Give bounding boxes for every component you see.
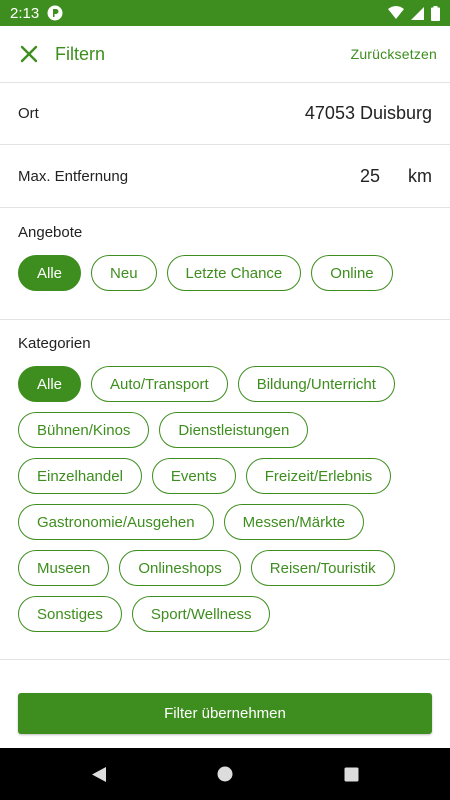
nav-recents-button[interactable] [338, 761, 364, 787]
reset-button[interactable]: Zurücksetzen [351, 46, 437, 62]
wifi-icon [388, 6, 404, 19]
battery-icon [431, 5, 440, 21]
distance-unit: km [408, 166, 432, 186]
category-chip-reisen-touristik[interactable]: Reisen/Touristik [250, 550, 395, 586]
offer-chip-online[interactable]: Online [311, 255, 393, 291]
close-button[interactable] [15, 40, 43, 68]
distance-input[interactable]: 25 [320, 166, 380, 187]
category-chip-sonstiges[interactable]: Sonstiges [18, 596, 122, 632]
status-time: 2:13 [10, 4, 40, 22]
status-bar: 2:13 [0, 0, 450, 26]
offers-section: Angebote Alle Neu Letzte Chance Online [0, 209, 450, 320]
sheet-header: Filtern Zurücksetzen [0, 26, 450, 83]
back-triangle-icon [92, 766, 106, 782]
app-notification-icon [47, 5, 63, 21]
offer-chip-letzte-chance[interactable]: Letzte Chance [166, 255, 302, 291]
distance-label: Max. Entfernung [18, 168, 129, 185]
page-title: Filtern [55, 43, 106, 64]
offer-chip-neu[interactable]: Neu [91, 255, 157, 291]
location-value[interactable]: 47053 Duisburg [305, 103, 432, 124]
category-chip-buehnen-kinos[interactable]: Bühnen/Kinos [18, 412, 150, 448]
location-label: Ort [18, 105, 39, 122]
category-chip-einzelhandel[interactable]: Einzelhandel [18, 458, 142, 494]
category-chip-onlineshops[interactable]: Onlineshops [119, 550, 241, 586]
category-chip-sport-wellness[interactable]: Sport/Wellness [131, 596, 271, 632]
categories-title: Kategorien [18, 335, 91, 352]
distance-row: Max. Entfernung 25 km [0, 146, 450, 208]
close-icon [20, 45, 38, 63]
category-chip-museen[interactable]: Museen [18, 550, 110, 586]
cellular-signal-icon [411, 6, 424, 20]
category-chip-gastronomie-ausgehen[interactable]: Gastronomie/Ausgehen [18, 504, 214, 540]
category-chip-bildung-unterricht[interactable]: Bildung/Unterricht [237, 366, 395, 402]
home-circle-icon [217, 766, 233, 782]
categories-section: Kategorien Alle Auto/Transport Bildung/Unt… [0, 320, 450, 660]
category-chip-dienstleistungen[interactable]: Dienstleistungen [159, 412, 309, 448]
offer-chip-alle[interactable]: Alle [18, 255, 82, 291]
category-chip-messen-maerkte[interactable]: Messen/Märkte [223, 504, 365, 540]
nav-back-button[interactable] [86, 761, 112, 787]
filter-sheet: Filtern Zurücksetzen Ort 47053 Duisburg … [0, 26, 450, 748]
category-chip-freizeit-erlebnis[interactable]: Freizeit/Erlebnis [245, 458, 392, 494]
category-chip-events[interactable]: Events [151, 458, 236, 494]
location-row[interactable]: Ort 47053 Duisburg [0, 83, 450, 145]
categories-chip-group: Alle Auto/Transport Bildung/Unterricht Bühn… [18, 366, 432, 642]
category-chip-auto-transport[interactable]: Auto/Transport [91, 366, 228, 402]
recents-square-icon [344, 767, 358, 781]
offers-chip-group: Alle Neu Letzte Chance Online [18, 255, 432, 301]
apply-filter-button[interactable]: Filter übernehmen [18, 693, 432, 734]
offers-title: Angebote [18, 224, 83, 241]
nav-home-button[interactable] [212, 761, 238, 787]
category-chip-alle[interactable]: Alle [18, 366, 82, 402]
android-nav-bar [0, 748, 450, 800]
